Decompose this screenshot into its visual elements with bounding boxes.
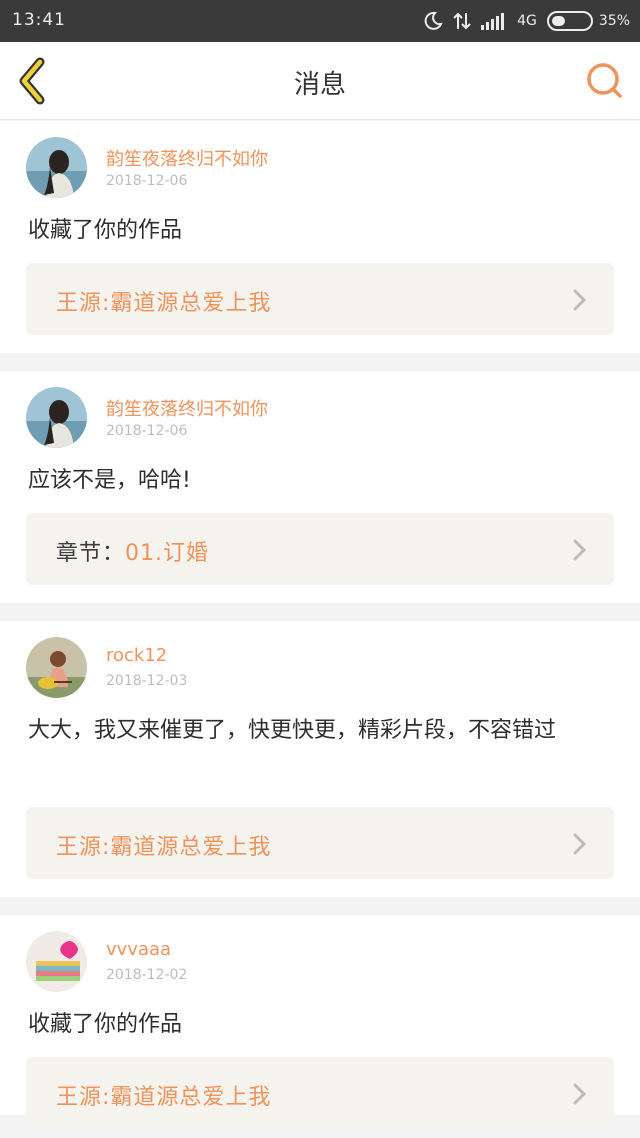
status-time: 13:41 [12, 10, 66, 30]
header-bar: 消息 [0, 42, 640, 120]
chevron-right-icon [573, 1083, 587, 1105]
message-date: 2018-12-06 [106, 423, 188, 439]
message-card: vvvaaa 2018-12-02 收藏了你的作品 王源:霸道源总爱上我 [0, 915, 640, 1129]
reference-label: 王源:霸道源总爱上我 [56, 829, 271, 861]
message-text: 大大，我又来催更了，快更快更，精彩片段，不容错过 [28, 718, 557, 743]
reference-title: 王源:霸道源总爱上我 [56, 291, 272, 316]
reference-label: 王源:霸道源总爱上我 [56, 1079, 271, 1111]
data-transfer-icon [453, 12, 471, 30]
message-date: 2018-12-02 [106, 967, 188, 983]
network-type: 4G [517, 13, 537, 29]
avatar[interactable] [26, 387, 87, 448]
moon-icon [424, 11, 443, 30]
message-card: 韵笙夜落终归不如你 2018-12-06 收藏了你的作品 王源:霸道源总爱上我 [0, 121, 640, 353]
message-date: 2018-12-06 [106, 173, 188, 189]
reference-title: 王源:霸道源总爱上我 [56, 835, 272, 860]
battery: 35% [546, 11, 630, 31]
status-indicators: 4G 35% [423, 8, 630, 34]
chevron-right-icon [573, 539, 587, 561]
avatar[interactable] [26, 137, 87, 198]
message-text: 收藏了你的作品 [28, 1012, 183, 1037]
avatar[interactable] [26, 637, 87, 698]
battery-percent: 35% [598, 13, 630, 29]
work-reference-link[interactable]: 王源:霸道源总爱上我 [26, 807, 614, 879]
username[interactable]: 韵笙夜落终归不如你 [106, 145, 268, 171]
signal-icon [481, 13, 505, 30]
reference-prefix: 章节： [56, 541, 126, 566]
chapter-reference-link[interactable]: 章节：01.订婚 [26, 513, 614, 585]
chevron-right-icon [573, 833, 587, 855]
message-list: 韵笙夜落终归不如你 2018-12-06 收藏了你的作品 王源:霸道源总爱上我 … [0, 121, 640, 1129]
message-text: 收藏了你的作品 [28, 218, 183, 243]
message-text: 应该不是，哈哈! [28, 468, 191, 493]
search-icon [587, 63, 622, 98]
reference-label: 章节：01.订婚 [56, 535, 209, 567]
username[interactable]: 韵笙夜落终归不如你 [106, 395, 268, 421]
message-card: 韵笙夜落终归不如你 2018-12-06 应该不是，哈哈! 章节：01.订婚 [0, 371, 640, 603]
avatar[interactable] [26, 931, 87, 992]
search-button[interactable] [584, 60, 626, 102]
battery-icon [546, 11, 593, 31]
username[interactable]: rock12 [106, 645, 167, 666]
reference-label: 王源:霸道源总爱上我 [56, 285, 271, 317]
message-date: 2018-12-03 [106, 673, 188, 689]
work-reference-link[interactable]: 王源:霸道源总爱上我 [26, 263, 614, 335]
message-card: rock12 2018-12-03 大大，我又来催更了，快更快更，精彩片段，不容… [0, 621, 640, 897]
page-title: 消息 [293, 70, 346, 100]
reference-title: 王源:霸道源总爱上我 [56, 1085, 272, 1110]
reference-title: 01.订婚 [125, 541, 210, 566]
chevron-right-icon [573, 289, 587, 311]
work-reference-link[interactable]: 王源:霸道源总爱上我 [26, 1057, 614, 1129]
username[interactable]: vvvaaa [106, 939, 171, 960]
status-bar: 13:41 4G 35% [0, 0, 640, 42]
